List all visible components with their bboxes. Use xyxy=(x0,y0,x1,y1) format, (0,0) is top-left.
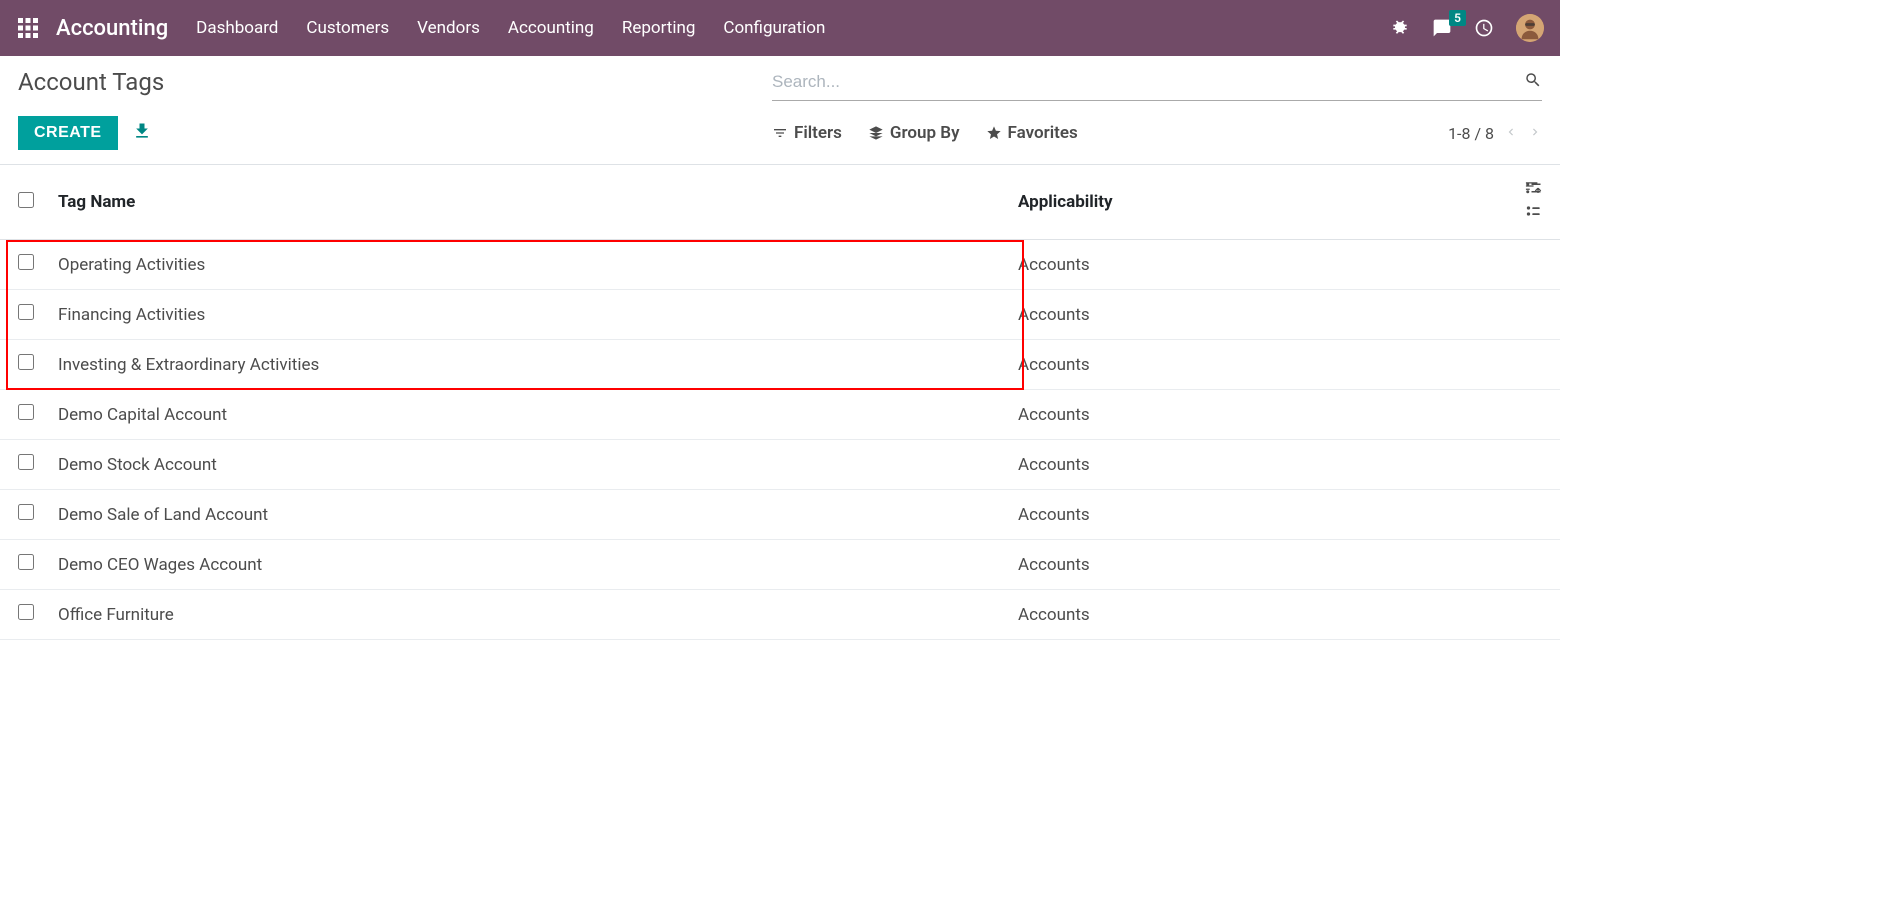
row-tag-name: Demo Capital Account xyxy=(48,390,1008,440)
search-icon[interactable] xyxy=(1524,71,1542,93)
row-tag-name: Financing Activities xyxy=(48,290,1008,340)
row-applicability: Accounts xyxy=(1008,490,1510,540)
table-row[interactable]: Demo Stock AccountAccounts xyxy=(0,440,1560,490)
messages-icon[interactable]: 5 xyxy=(1432,18,1452,38)
row-applicability: Accounts xyxy=(1008,340,1510,390)
row-tag-name: Demo Stock Account xyxy=(48,440,1008,490)
filters-button[interactable]: Filters xyxy=(772,123,842,143)
row-applicability: Accounts xyxy=(1008,390,1510,440)
pager: 1-8 / 8 xyxy=(1448,124,1542,143)
row-checkbox[interactable] xyxy=(18,504,34,520)
table-row[interactable]: Demo Capital AccountAccounts xyxy=(0,390,1560,440)
row-checkbox[interactable] xyxy=(18,304,34,320)
nav-reporting[interactable]: Reporting xyxy=(622,18,696,38)
pager-prev[interactable] xyxy=(1504,124,1518,143)
nav-customers[interactable]: Customers xyxy=(306,18,389,38)
star-icon xyxy=(986,125,1002,141)
groupby-button[interactable]: Group By xyxy=(868,123,960,143)
account-tags-table: Tag Name Applicability Operating Activit… xyxy=(0,165,1560,640)
table-row[interactable]: Demo Sale of Land AccountAccounts xyxy=(0,490,1560,540)
page-title: Account Tags xyxy=(18,68,164,96)
favorites-button[interactable]: Favorites xyxy=(986,123,1078,143)
pager-text[interactable]: 1-8 / 8 xyxy=(1448,124,1494,143)
search-input[interactable] xyxy=(772,68,1524,96)
col-header-name[interactable]: Tag Name xyxy=(48,165,1008,240)
table-row[interactable]: Operating ActivitiesAccounts xyxy=(0,240,1560,290)
row-tag-name: Investing & Extraordinary Activities xyxy=(48,340,1008,390)
row-tag-name: Office Furniture xyxy=(48,590,1008,640)
topbar-right: 5 xyxy=(1390,14,1544,42)
table-row[interactable]: Demo CEO Wages AccountAccounts xyxy=(0,540,1560,590)
row-checkbox[interactable] xyxy=(18,604,34,620)
search-bar xyxy=(772,68,1542,101)
pager-next[interactable] xyxy=(1528,124,1542,143)
row-applicability: Accounts xyxy=(1008,240,1510,290)
col-header-applicability[interactable]: Applicability xyxy=(1008,165,1510,240)
row-applicability: Accounts xyxy=(1008,290,1510,340)
table-row[interactable]: Office FurnitureAccounts xyxy=(0,590,1560,640)
row-applicability: Accounts xyxy=(1008,440,1510,490)
user-avatar[interactable] xyxy=(1516,14,1544,42)
optional-fields-icon[interactable] xyxy=(1520,179,1542,225)
groupby-label: Group By xyxy=(890,123,960,143)
nav-configuration[interactable]: Configuration xyxy=(723,18,825,38)
nav-vendors[interactable]: Vendors xyxy=(417,18,480,38)
nav-dashboard[interactable]: Dashboard xyxy=(196,18,278,38)
apps-menu-icon[interactable] xyxy=(16,16,40,40)
row-applicability: Accounts xyxy=(1008,590,1510,640)
export-button[interactable] xyxy=(132,121,152,145)
app-title[interactable]: Accounting xyxy=(56,16,168,41)
row-checkbox[interactable] xyxy=(18,404,34,420)
filter-icon xyxy=(772,125,788,141)
filters-label: Filters xyxy=(794,123,842,143)
row-checkbox[interactable] xyxy=(18,454,34,470)
debug-icon[interactable] xyxy=(1390,18,1410,38)
row-tag-name: Demo Sale of Land Account xyxy=(48,490,1008,540)
table-container: Tag Name Applicability Operating Activit… xyxy=(0,165,1560,640)
select-all-checkbox[interactable] xyxy=(18,192,34,208)
top-navbar: Accounting Dashboard Customers Vendors A… xyxy=(0,0,1560,56)
favorites-label: Favorites xyxy=(1008,123,1078,143)
row-checkbox[interactable] xyxy=(18,354,34,370)
row-applicability: Accounts xyxy=(1008,540,1510,590)
create-button[interactable]: CREATE xyxy=(18,116,118,150)
nav-accounting[interactable]: Accounting xyxy=(508,18,594,38)
messages-badge: 5 xyxy=(1449,10,1466,26)
table-row[interactable]: Financing ActivitiesAccounts xyxy=(0,290,1560,340)
row-checkbox[interactable] xyxy=(18,554,34,570)
table-row[interactable]: Investing & Extraordinary ActivitiesAcco… xyxy=(0,340,1560,390)
row-checkbox[interactable] xyxy=(18,254,34,270)
layers-icon xyxy=(868,125,884,141)
activity-icon[interactable] xyxy=(1474,18,1494,38)
control-panel: Account Tags CREATE Filters Group xyxy=(0,56,1560,165)
nav-menu: Dashboard Customers Vendors Accounting R… xyxy=(196,18,1390,38)
row-tag-name: Demo CEO Wages Account xyxy=(48,540,1008,590)
row-tag-name: Operating Activities xyxy=(48,240,1008,290)
